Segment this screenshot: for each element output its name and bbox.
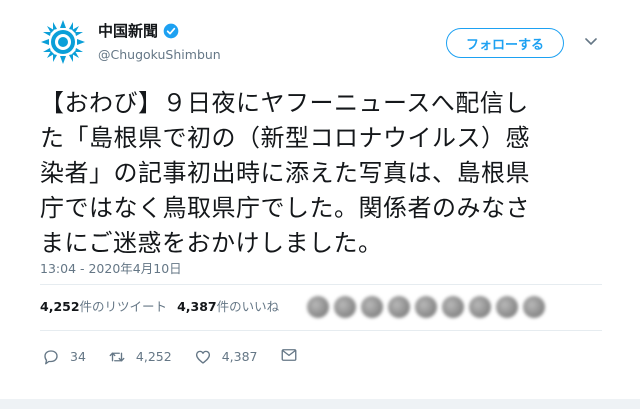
likes-count: 4,387: [177, 299, 217, 314]
retweet-count: 4,252: [135, 349, 172, 364]
avatar[interactable]: [361, 296, 383, 318]
avatar[interactable]: [415, 296, 437, 318]
like-button[interactable]: 4,387: [194, 348, 258, 366]
avatar[interactable]: [523, 296, 545, 318]
tweet-actions: 34 4,252 4,387: [42, 346, 298, 367]
avatar[interactable]: [496, 296, 518, 318]
chugoku-shimbun-logo-icon[interactable]: [39, 18, 87, 66]
avatar[interactable]: [388, 296, 410, 318]
tweet-text-line: 庁ではなく鳥取県庁でした。関係者のみなさ: [40, 194, 530, 222]
footer-strip: [0, 399, 640, 409]
divider: [40, 330, 602, 331]
retweets-count: 4,252: [40, 299, 80, 314]
tweet-text-line: 【おわび】９日夜にヤフーニュースへ配信し: [40, 89, 529, 117]
retweets-stat[interactable]: 4,252件のリツイート: [40, 296, 167, 315]
tweet-text: 【おわび】９日夜にヤフーニュースへ配信し た「島根県で初の（新型コロナウイルス）…: [40, 86, 615, 261]
heart-icon: [195, 350, 210, 364]
tweet-stats: 4,252件のリツイート 4,387件のいいね: [40, 296, 289, 315]
direct-message-button[interactable]: [280, 346, 298, 367]
tweet-text-line: た「島根県で初の（新型コロナウイルス）感: [40, 124, 530, 152]
reply-icon: [44, 349, 58, 364]
tweet-text-line: まにご迷惑をおかけしました。: [40, 229, 383, 257]
avatar[interactable]: [442, 296, 464, 318]
follow-button[interactable]: フォローする: [446, 28, 564, 58]
likes-stat[interactable]: 4,387件のいいね: [177, 296, 279, 315]
reply-count: 34: [70, 349, 86, 364]
divider: [40, 284, 602, 285]
liker-avatars: [307, 296, 550, 318]
avatar[interactable]: [469, 296, 491, 318]
user-handle[interactable]: @ChugokuShimbun: [98, 47, 221, 62]
tweet-text-line: 染者」の記事初出時に添えた写真は、島根県: [40, 159, 530, 187]
reply-button[interactable]: 34: [42, 348, 86, 366]
chevron-down-icon[interactable]: [585, 38, 597, 46]
tweet-timestamp[interactable]: 13:04 - 2020年4月10日: [40, 258, 182, 277]
retweets-label: 件のリツイート: [79, 299, 168, 314]
like-count: 4,387: [221, 349, 258, 364]
user-name-row: 中国新聞: [98, 22, 179, 40]
retweet-button[interactable]: 4,252: [108, 348, 172, 366]
avatar[interactable]: [334, 296, 356, 318]
retweet-icon: [109, 352, 125, 361]
tweet-card: 中国新聞 @ChugokuShimbun フォローする 【おわび】９日夜にヤフー…: [0, 0, 640, 409]
likes-label: 件のいいね: [216, 299, 280, 314]
envelope-icon: [281, 349, 296, 361]
user-name[interactable]: 中国新聞: [98, 22, 158, 40]
verified-badge-icon: [163, 23, 179, 39]
avatar[interactable]: [307, 296, 329, 318]
